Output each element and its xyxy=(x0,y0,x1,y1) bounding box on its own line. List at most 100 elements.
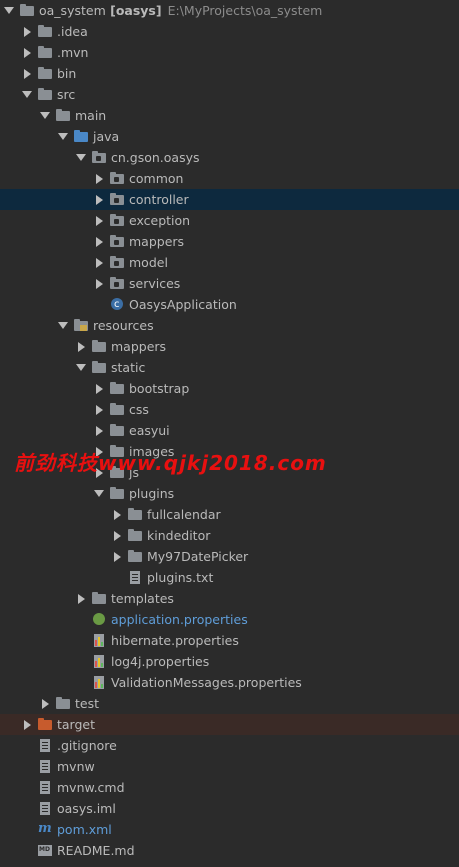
tree-label: model xyxy=(129,255,168,270)
chevron-right-icon[interactable] xyxy=(76,588,88,609)
chevron-right-icon[interactable] xyxy=(94,189,106,210)
tree-row-valmsg[interactable]: ValidationMessages.properties xyxy=(0,672,459,693)
package-icon xyxy=(110,277,124,290)
chevron-right-icon[interactable] xyxy=(112,504,124,525)
tree-row-oasysiml[interactable]: oasys.iml xyxy=(0,798,459,819)
tree-row-fullcalendar[interactable]: fullcalendar xyxy=(0,504,459,525)
tree-row-oa_system[interactable]: oa_system [oasys] E:\MyProjects\oa_system xyxy=(0,0,459,21)
tree-row-pom[interactable]: m pom.xml xyxy=(0,819,459,840)
tree-row-mappers[interactable]: mappers xyxy=(0,231,459,252)
folder-icon xyxy=(92,592,106,605)
tree-row-model[interactable]: model xyxy=(0,252,459,273)
tree-row-plugins[interactable]: plugins xyxy=(0,483,459,504)
tree-row-bin[interactable]: bin xyxy=(0,63,459,84)
package-icon xyxy=(110,256,124,269)
tree-row-pkg[interactable]: cn.gson.oasys xyxy=(0,147,459,168)
chevron-right-icon[interactable] xyxy=(94,252,106,273)
tree-label: My97DatePicker xyxy=(147,549,249,564)
tree-row-css[interactable]: css xyxy=(0,399,459,420)
tree-row-controller[interactable]: controller xyxy=(0,189,459,210)
chevron-right-icon[interactable] xyxy=(22,63,34,84)
tree-row-easyui[interactable]: easyui xyxy=(0,420,459,441)
tree-label: common xyxy=(129,171,184,186)
text-file-icon xyxy=(128,571,142,584)
tree-row-java[interactable]: java xyxy=(0,126,459,147)
tree-row-readme[interactable]: README.md xyxy=(0,840,459,861)
maven-icon: m xyxy=(38,821,52,836)
tree-row-src[interactable]: src xyxy=(0,84,459,105)
resources-folder-icon xyxy=(74,319,88,332)
tree-row-mvnw[interactable]: mvnw xyxy=(0,756,459,777)
tree-row-bootstrap[interactable]: bootstrap xyxy=(0,378,459,399)
tree-label: .mvn xyxy=(57,45,89,60)
chevron-right-icon[interactable] xyxy=(40,693,52,714)
chevron-down-icon[interactable] xyxy=(40,105,52,126)
chevron-down-icon[interactable] xyxy=(94,483,106,504)
tree-label: plugins.txt xyxy=(147,570,214,585)
tree-label: oasys.iml xyxy=(57,801,116,816)
tree-row-static[interactable]: static xyxy=(0,357,459,378)
tree-row-mvnwcmd[interactable]: mvnw.cmd xyxy=(0,777,459,798)
tree-row-idea[interactable]: .idea xyxy=(0,21,459,42)
tree-label: templates xyxy=(111,591,174,606)
tree-row-res_mappers[interactable]: mappers xyxy=(0,336,459,357)
chevron-right-icon[interactable] xyxy=(94,231,106,252)
tree-row-kindeditor[interactable]: kindeditor xyxy=(0,525,459,546)
excluded-folder-icon xyxy=(38,718,52,731)
chevron-down-icon[interactable] xyxy=(4,0,16,21)
tree-label: services xyxy=(129,276,181,291)
tree-row-gitignore[interactable]: .gitignore xyxy=(0,735,459,756)
package-icon xyxy=(110,214,124,227)
tree-label: css xyxy=(129,402,149,417)
chevron-right-icon[interactable] xyxy=(76,336,88,357)
chevron-right-icon[interactable] xyxy=(22,42,34,63)
tree-row-appprops[interactable]: application.properties xyxy=(0,609,459,630)
folder-icon xyxy=(56,109,70,122)
chevron-right-icon[interactable] xyxy=(94,399,106,420)
chevron-right-icon[interactable] xyxy=(94,378,106,399)
chevron-down-icon[interactable] xyxy=(22,84,34,105)
tree-row-main[interactable]: main xyxy=(0,105,459,126)
tree-row-hibprops[interactable]: hibernate.properties xyxy=(0,630,459,651)
tree-row-templates[interactable]: templates xyxy=(0,588,459,609)
chevron-down-icon[interactable] xyxy=(76,357,88,378)
tree-label: pom.xml xyxy=(57,822,112,837)
tree-label: bin xyxy=(57,66,77,81)
tree-label: plugins xyxy=(129,486,175,501)
tree-label: target xyxy=(57,717,96,732)
tree-row-common[interactable]: common xyxy=(0,168,459,189)
tree-row-my97[interactable]: My97DatePicker xyxy=(0,546,459,567)
tree-label: .idea xyxy=(57,24,88,39)
chevron-right-icon[interactable] xyxy=(94,210,106,231)
tree-row-oasysapp[interactable]: OasysApplication xyxy=(0,294,459,315)
tree-row-log4j[interactable]: log4j.properties xyxy=(0,651,459,672)
tree-row-mvn[interactable]: .mvn xyxy=(0,42,459,63)
chevron-right-icon[interactable] xyxy=(94,273,106,294)
tree-row-exception[interactable]: exception xyxy=(0,210,459,231)
text-file-icon xyxy=(38,760,52,773)
chevron-right-icon[interactable] xyxy=(22,714,34,735)
tree-row-pluginstxt[interactable]: plugins.txt xyxy=(0,567,459,588)
tree-label: kindeditor xyxy=(147,528,211,543)
tree-row-test[interactable]: test xyxy=(0,693,459,714)
folder-icon xyxy=(128,550,142,563)
project-tree: oa_system [oasys] E:\MyProjects\oa_system… xyxy=(0,0,459,861)
tree-label: log4j.properties xyxy=(111,654,210,669)
chevron-right-icon[interactable] xyxy=(112,546,124,567)
chevron-right-icon[interactable] xyxy=(22,21,34,42)
chevron-right-icon[interactable] xyxy=(94,168,106,189)
tree-label: src xyxy=(57,87,76,102)
chevron-down-icon[interactable] xyxy=(58,126,70,147)
tree-label: exception xyxy=(129,213,191,228)
chevron-right-icon[interactable] xyxy=(112,525,124,546)
tree-row-resources[interactable]: resources xyxy=(0,315,459,336)
chevron-right-icon[interactable] xyxy=(94,420,106,441)
folder-icon xyxy=(128,529,142,542)
properties-file-icon xyxy=(92,634,106,647)
tree-row-services[interactable]: services xyxy=(0,273,459,294)
chevron-down-icon[interactable] xyxy=(58,315,70,336)
chevron-down-icon[interactable] xyxy=(76,147,88,168)
tree-row-target[interactable]: target xyxy=(0,714,459,735)
spring-class-icon xyxy=(110,294,124,315)
tree-label: application.properties xyxy=(111,612,248,627)
